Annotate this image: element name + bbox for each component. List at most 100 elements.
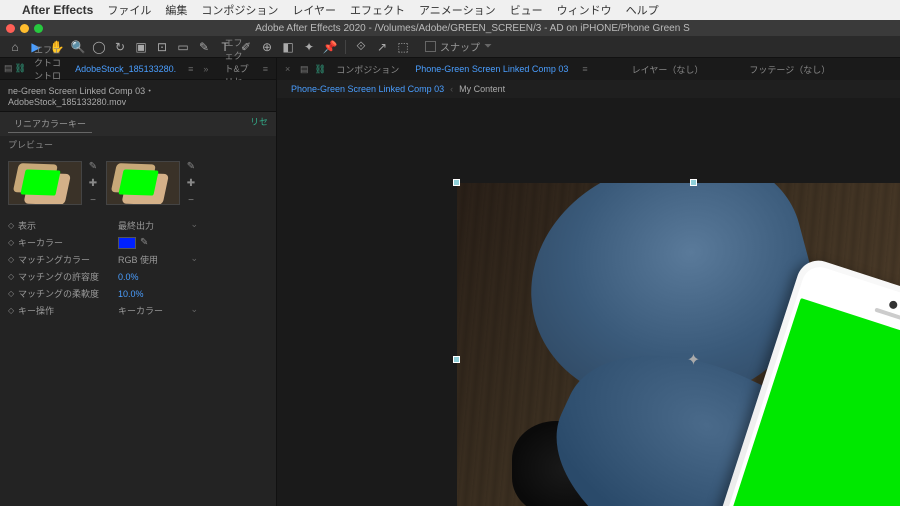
bc-comp[interactable]: Phone-Green Screen Linked Comp 03 bbox=[285, 84, 450, 94]
effect-reset[interactable]: リセ bbox=[250, 115, 268, 133]
viewer-close-icon[interactable]: × bbox=[281, 64, 294, 74]
orbit-tool-icon[interactable]: ◯ bbox=[90, 38, 108, 56]
eyedropper-minus-icon[interactable]: − bbox=[86, 193, 100, 207]
menu-file[interactable]: ファイル bbox=[107, 2, 151, 18]
stopwatch-icon[interactable]: ◇ bbox=[8, 221, 18, 230]
toolbar-separator bbox=[345, 40, 346, 54]
panbehind-tool-icon[interactable]: ⊡ bbox=[153, 38, 171, 56]
prop-matchcolor-label: マッチングカラー bbox=[18, 253, 118, 266]
clone-tool-icon[interactable]: ⊕ bbox=[258, 38, 276, 56]
keycolor-eyedropper-icon[interactable]: ✎ bbox=[140, 237, 148, 248]
panel-link-icon[interactable]: ⛓ bbox=[15, 63, 26, 75]
snap-chevron-icon[interactable]: ⏷ bbox=[484, 41, 492, 52]
chevron-down-icon: ⌄ bbox=[190, 219, 198, 232]
effect-name-row: リニアカラーキー リセ bbox=[0, 112, 276, 136]
viewer-tab-layer[interactable]: レイヤー（なし） bbox=[626, 63, 710, 76]
eyedropper-icon[interactable]: ✎ bbox=[86, 159, 100, 173]
window-title: Adobe After Effects 2020 - /Volumes/Adob… bbox=[51, 23, 894, 34]
stopwatch-icon[interactable]: ◇ bbox=[8, 272, 18, 281]
menu-window[interactable]: ウィンドウ bbox=[557, 2, 612, 18]
shape-tool-icon[interactable]: ▭ bbox=[174, 38, 192, 56]
menu-effect[interactable]: エフェクト bbox=[350, 2, 405, 18]
pen-tool-icon[interactable]: ✎ bbox=[195, 38, 213, 56]
viewer-tab-footage[interactable]: フッテージ（なし） bbox=[743, 63, 836, 76]
prop-view-label: 表示 bbox=[18, 219, 118, 232]
tool-extra1-icon[interactable]: ⟐ bbox=[352, 38, 370, 56]
zoom-tool-icon[interactable]: 🔍 bbox=[69, 38, 87, 56]
tool-extra2-icon[interactable]: ↗ bbox=[373, 38, 391, 56]
tab-overflow-icon[interactable]: » bbox=[199, 64, 212, 74]
menu-animation[interactable]: アニメーション bbox=[419, 2, 496, 18]
viewer-breadcrumb: Phone-Green Screen Linked Comp 03 ‹ My C… bbox=[277, 80, 900, 98]
bc-content[interactable]: My Content bbox=[453, 84, 511, 94]
tool-extra3-icon[interactable]: ⬚ bbox=[394, 38, 412, 56]
prop-keycolor-label: キーカラー bbox=[18, 236, 118, 249]
composition-viewer[interactable]: ✦ bbox=[277, 98, 900, 506]
app-name[interactable]: After Effects bbox=[22, 3, 93, 17]
prop-keyop: ◇ キー操作 キーカラー⌄ bbox=[0, 302, 276, 319]
effect-linear-color-key[interactable]: リニアカラーキー bbox=[8, 115, 92, 133]
snap-toggle[interactable]: スナップ ⏷ bbox=[425, 39, 492, 54]
viewer-tab-compname[interactable]: Phone-Green Screen Linked Comp 03 bbox=[409, 64, 574, 74]
panel-menu-icon[interactable]: ▤ bbox=[4, 63, 13, 75]
zoom-window-button[interactable] bbox=[34, 24, 43, 33]
keycolor-swatch[interactable] bbox=[118, 237, 136, 249]
camera-tool-icon[interactable]: ▣ bbox=[132, 38, 150, 56]
tab-close-icon[interactable]: ≡ bbox=[184, 64, 197, 74]
main-area: ▤ ⛓ エフェクトコントロール AdobeStock_185133280. ≡ … bbox=[0, 58, 900, 506]
right-panel: × ▤ ⛓ コンポジション Phone-Green Screen Linked … bbox=[277, 58, 900, 506]
handle-tc[interactable] bbox=[690, 179, 697, 186]
tab-filename[interactable]: AdobeStock_185133280. bbox=[69, 64, 182, 74]
prop-matchcolor: ◇ マッチングカラー RGB 使用⌄ bbox=[0, 251, 276, 268]
prop-keycolor: ◇ キーカラー ✎ bbox=[0, 234, 276, 251]
preview-thumbnails: ✎ ✚ − ✎ ✚ − bbox=[0, 153, 276, 213]
stopwatch-icon[interactable]: ◇ bbox=[8, 238, 18, 247]
eyedropper2-minus-icon[interactable]: − bbox=[184, 193, 198, 207]
eyedropper-plus-icon[interactable]: ✚ bbox=[86, 176, 100, 190]
menu-composition[interactable]: コンポジション bbox=[201, 2, 278, 18]
stopwatch-icon[interactable]: ◇ bbox=[8, 255, 18, 264]
prop-view: ◇ 表示 最終出力⌄ bbox=[0, 217, 276, 234]
viewer-link-icon[interactable]: ⛓ bbox=[314, 63, 326, 75]
minimize-window-button[interactable] bbox=[20, 24, 29, 33]
eyedropper2-icon[interactable]: ✎ bbox=[184, 159, 198, 173]
menu-help[interactable]: ヘルプ bbox=[626, 2, 659, 18]
eyedropper2-plus-icon[interactable]: ✚ bbox=[184, 176, 198, 190]
snap-label: スナップ bbox=[440, 39, 480, 54]
prop-view-value[interactable]: 最終出力⌄ bbox=[118, 219, 198, 232]
stopwatch-icon[interactable]: ◇ bbox=[8, 306, 18, 315]
viewer-tab-comp-label[interactable]: コンポジション bbox=[330, 63, 405, 76]
prop-softness: ◇ マッチングの柔軟度 10.0% bbox=[0, 285, 276, 302]
anchor-point-icon[interactable]: ✦ bbox=[687, 350, 700, 370]
snap-checkbox-icon[interactable] bbox=[425, 41, 436, 52]
prop-keyop-value[interactable]: キーカラー⌄ bbox=[118, 304, 198, 317]
eraser-tool-icon[interactable]: ◧ bbox=[279, 38, 297, 56]
prop-matchcolor-value[interactable]: RGB 使用⌄ bbox=[118, 253, 198, 266]
prop-softness-label: マッチングの柔軟度 bbox=[18, 287, 118, 300]
prop-tolerance: ◇ マッチングの許容度 0.0% bbox=[0, 268, 276, 285]
window-controls bbox=[6, 24, 43, 33]
handle-ml[interactable] bbox=[453, 356, 460, 363]
viewer-tab-menu-icon[interactable]: ≡ bbox=[578, 64, 591, 74]
left-panel: ▤ ⛓ エフェクトコントロール AdobeStock_185133280. ≡ … bbox=[0, 58, 277, 506]
home-tool-icon[interactable]: ⌂ bbox=[6, 38, 24, 56]
puppet-tool-icon[interactable]: 📌 bbox=[321, 38, 339, 56]
viewer-tabs: × ▤ ⛓ コンポジション Phone-Green Screen Linked … bbox=[277, 58, 900, 80]
viewer-menu-icon[interactable]: ▤ bbox=[298, 63, 310, 75]
menu-edit[interactable]: 編集 bbox=[165, 2, 187, 18]
menu-layer[interactable]: レイヤー bbox=[292, 2, 336, 18]
tab-menu-icon[interactable]: ≡ bbox=[259, 64, 272, 74]
menu-view[interactable]: ビュー bbox=[510, 2, 543, 18]
preview-thumb-output[interactable] bbox=[106, 161, 180, 205]
close-window-button[interactable] bbox=[6, 24, 15, 33]
preview-thumb-source[interactable] bbox=[8, 161, 82, 205]
stopwatch-icon[interactable]: ◇ bbox=[8, 289, 18, 298]
rotate-tool-icon[interactable]: ↻ bbox=[111, 38, 129, 56]
footage-preview bbox=[457, 183, 900, 506]
handle-tl[interactable] bbox=[453, 179, 460, 186]
prop-softness-value[interactable]: 10.0% bbox=[118, 289, 144, 299]
roto-tool-icon[interactable]: ✦ bbox=[300, 38, 318, 56]
window-titlebar: Adobe After Effects 2020 - /Volumes/Adob… bbox=[0, 20, 900, 36]
prop-tolerance-value[interactable]: 0.0% bbox=[118, 272, 139, 282]
comp-layer-bounds[interactable]: ✦ bbox=[457, 183, 900, 506]
